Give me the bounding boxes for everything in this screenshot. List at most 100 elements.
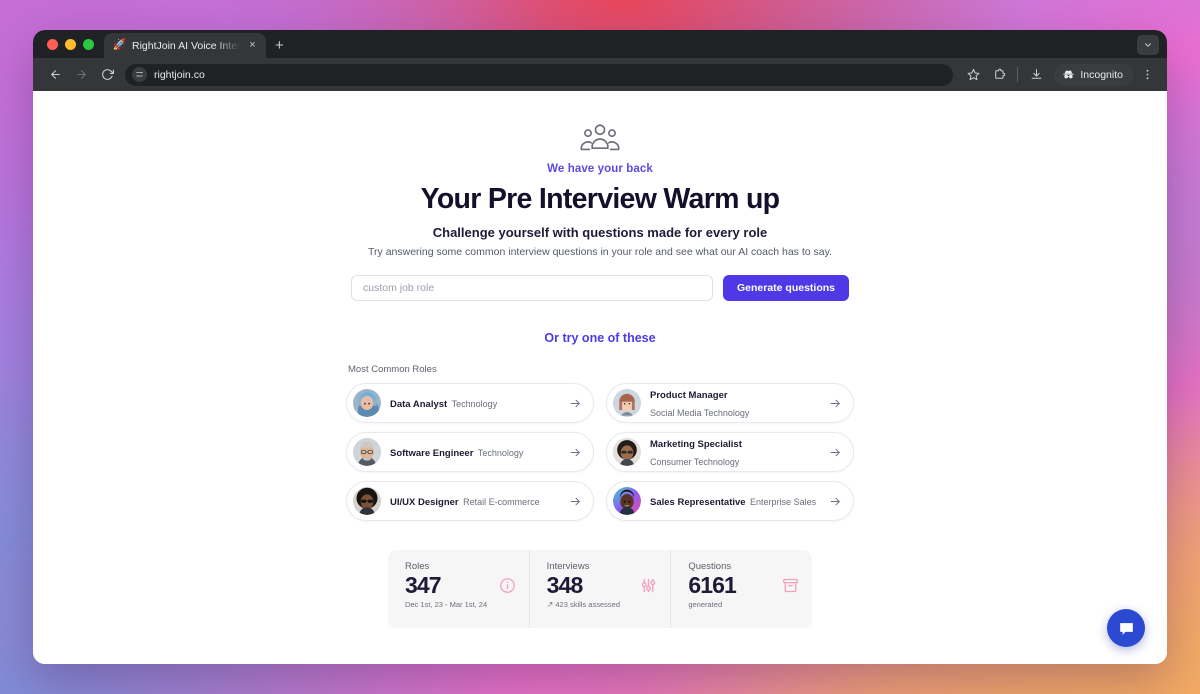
role-text: UI/UX Designer Retail E-commerce (390, 492, 560, 510)
role-title: Data Analyst (390, 399, 448, 410)
hero-subtitle: Challenge yourself with questions made f… (432, 225, 768, 240)
stat-interviews: Interviews 348 ↗ 423 skills assessed (528, 550, 671, 628)
role-text: Marketing Specialist Consumer Technology (650, 434, 820, 470)
role-text: Sales Representative Enterprise Sales (650, 492, 820, 510)
role-industry: Social Media Technology (650, 408, 750, 418)
stat-footnote: 423 skills assessed (555, 600, 620, 610)
avatar-software-engineer (353, 438, 381, 466)
roles-section-label: Most Common Roles (348, 364, 437, 375)
star-icon (967, 68, 980, 81)
role-text: Product Manager Social Media Technology (650, 385, 820, 421)
window-traffic-lights (43, 30, 104, 58)
avatar-uiux-designer (353, 487, 381, 515)
custom-job-role-input[interactable] (350, 275, 713, 301)
stat-footnote: Dec 1st, 23 - Mar 1st, 24 (405, 600, 488, 610)
role-card-product-manager[interactable]: Product Manager Social Media Technology (606, 383, 854, 423)
stat-value-row: 347 (405, 573, 516, 597)
avatar-sales-representative (613, 487, 641, 515)
arrow-right-icon (569, 446, 582, 459)
incognito-indicator[interactable]: Incognito (1054, 63, 1133, 86)
bookmark-star-button[interactable] (961, 63, 985, 87)
stat-footnote: generated (688, 600, 723, 610)
stat-value: 6161 (688, 572, 736, 598)
avatar-marketing-specialist (613, 438, 641, 466)
page-content: We have your back Your Pre Interview War… (33, 91, 1167, 628)
users-group-icon (579, 123, 621, 158)
or-try-heading: Or try one of these (544, 331, 656, 345)
role-industry: Enterprise Sales (750, 497, 817, 507)
tune-icon[interactable] (132, 67, 147, 82)
chat-bubble-icon (1119, 622, 1133, 635)
role-title: UI/UX Designer (390, 497, 459, 508)
tab-search-button[interactable] (1137, 35, 1159, 55)
back-button[interactable] (43, 63, 67, 87)
sliders-icon[interactable] (640, 577, 657, 594)
role-title: Software Engineer (390, 448, 474, 459)
stat-label: Roles (405, 561, 430, 572)
role-card-uiux-designer[interactable]: UI/UX Designer Retail E-commerce (346, 481, 594, 521)
hero-eyebrow: We have your back (547, 163, 653, 175)
arrow-right-icon (76, 70, 86, 79)
role-title: Product Manager (650, 390, 728, 401)
rocket-icon: 🚀 (112, 39, 127, 51)
browser-tab[interactable]: 🚀 RightJoin AI Voice Interviews × (104, 33, 266, 58)
stat-value: 348 (546, 572, 584, 598)
new-tab-button[interactable]: + (275, 38, 284, 53)
trend-up-icon: ↗ (546, 600, 554, 610)
page-title: Your Pre Interview Warm up (420, 183, 780, 215)
extensions-button[interactable] (987, 63, 1011, 87)
reload-icon (101, 69, 114, 80)
avatar-product-manager (613, 389, 641, 417)
arrow-right-icon (829, 446, 842, 459)
generate-questions-button[interactable]: Generate questions (722, 275, 850, 301)
chat-widget-button[interactable] (1107, 609, 1145, 647)
archive-box-icon[interactable] (782, 577, 799, 594)
page-viewport: We have your back Your Pre Interview War… (33, 91, 1167, 664)
arrow-right-icon (569, 397, 582, 410)
tab-strip: 🚀 RightJoin AI Voice Interviews × + (33, 30, 1167, 58)
roles-section: Most Common Roles Data Analyst Technolog… (346, 364, 854, 521)
role-card-sales-representative[interactable]: Sales Representative Enterprise Sales (606, 481, 854, 521)
role-card-marketing-specialist[interactable]: Marketing Specialist Consumer Technology (606, 432, 854, 472)
role-title: Marketing Specialist (650, 439, 742, 450)
stat-footnote-row: generated (688, 600, 799, 609)
reload-button[interactable] (95, 63, 119, 87)
arrow-left-icon (50, 70, 60, 79)
role-text: Software Engineer Technology (390, 443, 560, 461)
incognito-label: Incognito (1080, 68, 1123, 81)
browser-menu-button[interactable] (1135, 63, 1159, 87)
incognito-hat-icon (1063, 70, 1075, 79)
role-industry: Technology (477, 448, 524, 458)
arrow-right-icon (829, 495, 842, 508)
url-text: rightjoin.co (154, 68, 205, 81)
role-industry: Retail E-commerce (463, 497, 540, 507)
role-industry: Technology (451, 399, 498, 409)
forward-button[interactable] (69, 63, 93, 87)
browser-window: 🚀 RightJoin AI Voice Interviews × + righ… (33, 30, 1167, 664)
chevron-down-icon (1145, 43, 1151, 47)
tab-title: RightJoin AI Voice Interviews (132, 39, 240, 52)
address-bar[interactable]: rightjoin.co (125, 63, 954, 86)
stat-value-row: 6161 (688, 573, 799, 597)
job-role-form: Generate questions (350, 275, 850, 301)
role-card-data-analyst[interactable]: Data Analyst Technology (346, 383, 594, 423)
stat-questions: Questions 6161 generated (670, 550, 812, 628)
stat-value-row: 348 (547, 573, 658, 597)
maximize-window-button[interactable] (83, 38, 94, 50)
role-card-software-engineer[interactable]: Software Engineer Technology (346, 432, 594, 472)
extensions-icon (995, 68, 1006, 79)
roles-grid: Data Analyst Technology Product Manager (346, 383, 854, 521)
downloads-button[interactable] (1024, 63, 1048, 87)
info-circle-icon[interactable] (499, 577, 516, 594)
three-dot-menu-icon (1146, 69, 1148, 80)
minimize-window-button[interactable] (65, 38, 76, 50)
stat-footnote-row: Dec 1st, 23 - Mar 1st, 24 (405, 600, 516, 609)
stat-value: 347 (405, 572, 442, 598)
toolbar-divider (1017, 67, 1019, 82)
stat-footnote-row: ↗ 423 skills assessed (547, 600, 658, 609)
arrow-right-icon (569, 495, 582, 508)
close-tab-icon[interactable]: × (246, 40, 259, 51)
role-industry: Consumer Technology (650, 457, 740, 467)
close-window-button[interactable] (47, 38, 58, 50)
avatar-data-analyst (353, 389, 381, 417)
